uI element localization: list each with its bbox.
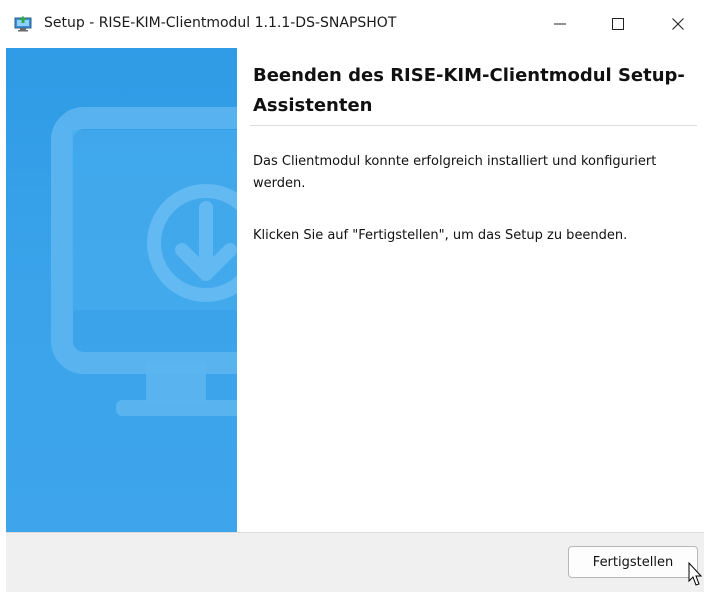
monitor-download-icon: [51, 107, 237, 416]
wizard-banner: [6, 48, 237, 532]
mouse-cursor-icon: [688, 562, 703, 586]
maximize-button[interactable]: [592, 0, 644, 48]
installer-icon: [14, 16, 32, 32]
wizard-content: Beenden des RISE-KIM-Clientmodul Setup-A…: [237, 48, 704, 532]
close-button[interactable]: [652, 0, 704, 48]
finish-button[interactable]: Fertigstellen: [568, 546, 698, 578]
window-title: Setup - RISE-KIM-Clientmodul 1.1.1-DS-SN…: [44, 15, 397, 31]
instruction-message: Klicken Sie auf "Fertigstellen", um das …: [253, 228, 628, 243]
setup-wizard-window: Setup - RISE-KIM-Clientmodul 1.1.1-DS-SN…: [0, 0, 704, 592]
success-message: Das Clientmodul konnte erfolgreich insta…: [253, 154, 657, 191]
title-bar: Setup - RISE-KIM-Clientmodul 1.1.1-DS-SN…: [0, 0, 704, 48]
maximize-icon: [612, 18, 624, 30]
close-icon: [672, 18, 684, 30]
page-title: Beenden des RISE-KIM-Clientmodul Setup-A…: [253, 65, 685, 116]
heading-divider: [250, 125, 697, 126]
minimize-button[interactable]: [534, 0, 586, 48]
minimize-icon: [554, 23, 566, 25]
